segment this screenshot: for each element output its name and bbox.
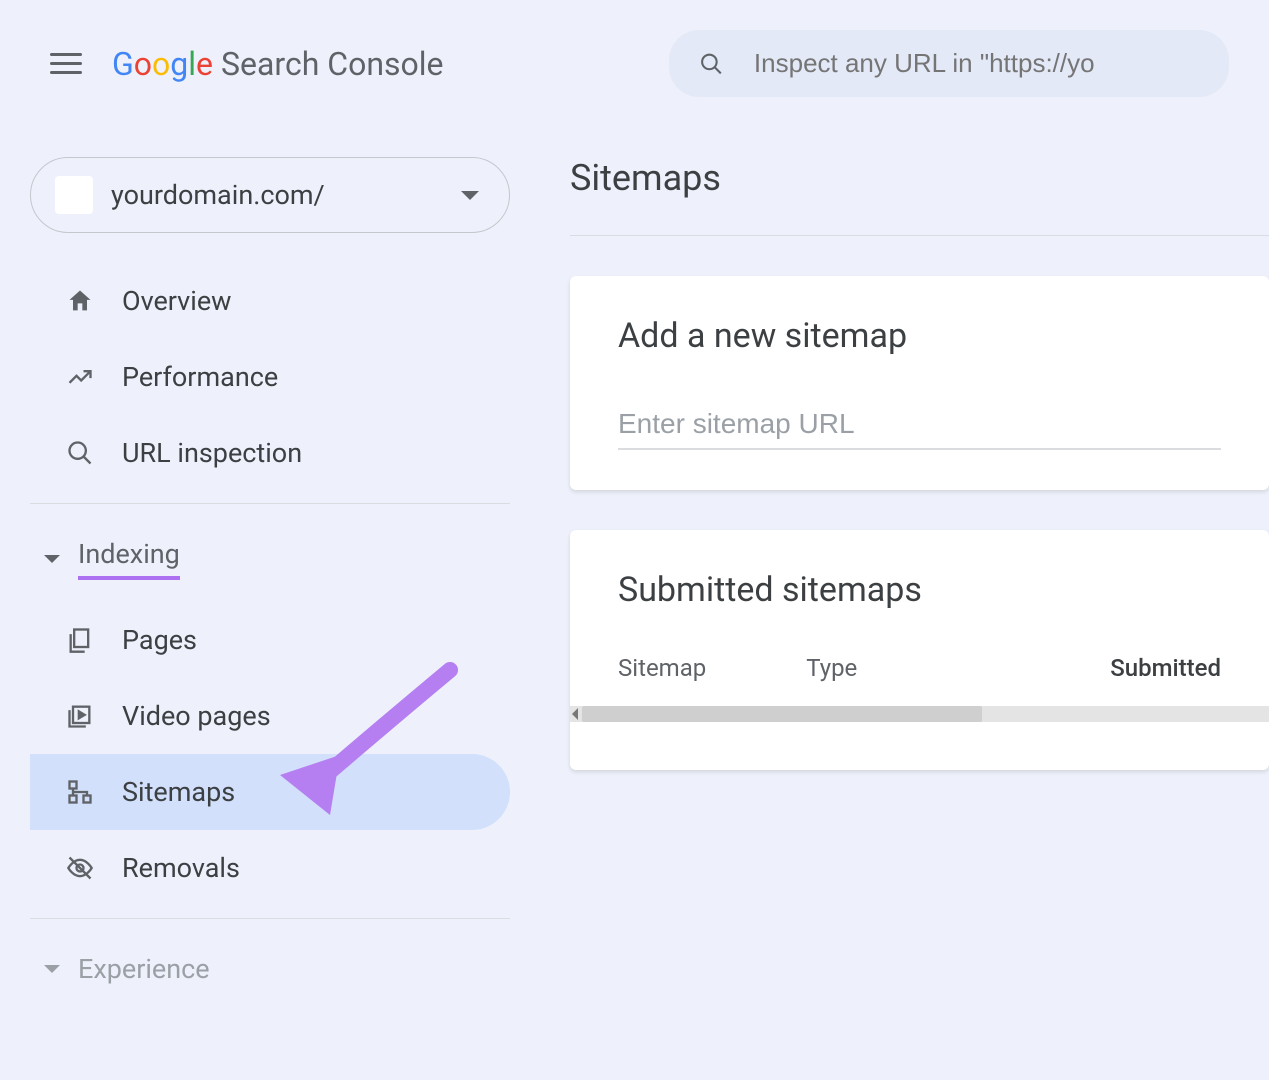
search-icon (699, 50, 724, 78)
sidebar-item-overview[interactable]: Overview (30, 263, 510, 339)
table-header: Sitemap Type Submitted (618, 654, 1221, 682)
section-label: Indexing (78, 538, 180, 580)
col-submitted: Submitted (1110, 654, 1221, 682)
trending-up-icon (66, 363, 94, 391)
section-experience[interactable]: Experience (30, 931, 510, 1007)
sidebar-item-label: Sitemaps (122, 776, 235, 808)
sitemap-url-input[interactable] (618, 400, 1221, 450)
chevron-down-icon (44, 965, 60, 973)
horizontal-scrollbar[interactable] (570, 706, 1269, 722)
property-selector[interactable]: yourdomain.com/ (30, 157, 510, 233)
sidebar-item-label: Pages (122, 624, 197, 656)
chevron-down-icon (461, 191, 479, 200)
visibility-off-icon (66, 854, 94, 882)
section-indexing[interactable]: Indexing (30, 516, 510, 602)
card-title: Add a new sitemap (618, 316, 1221, 356)
home-icon (66, 287, 94, 315)
property-favicon (55, 176, 93, 214)
sidebar-item-pages[interactable]: Pages (30, 602, 510, 678)
divider (30, 503, 510, 504)
card-title: Submitted sitemaps (618, 570, 1221, 610)
property-label: yourdomain.com/ (111, 179, 443, 211)
submitted-sitemaps-card: Submitted sitemaps Sitemap Type Submitte… (570, 530, 1269, 770)
product-name: Search Console (221, 45, 444, 83)
sidebar: yourdomain.com/ Overview Performance URL… (0, 117, 530, 1007)
add-sitemap-card: Add a new sitemap (570, 276, 1269, 490)
sidebar-item-video-pages[interactable]: Video pages (30, 678, 510, 754)
sidebar-item-sitemaps[interactable]: Sitemaps (30, 754, 510, 830)
product-logo: Google Search Console (112, 45, 444, 83)
sidebar-item-label: Performance (122, 361, 278, 393)
sitemap-icon (66, 778, 94, 806)
sidebar-item-label: Removals (122, 852, 240, 884)
url-inspect-search[interactable] (669, 30, 1229, 97)
col-sitemap: Sitemap (618, 654, 706, 682)
app-header: Google Search Console (0, 0, 1269, 117)
pages-icon (66, 626, 94, 654)
sidebar-item-removals[interactable]: Removals (30, 830, 510, 906)
page-title: Sitemaps (570, 157, 1269, 199)
url-inspect-input[interactable] (754, 48, 1199, 79)
chevron-down-icon (44, 555, 60, 563)
section-label: Experience (78, 953, 210, 985)
video-pages-icon (66, 702, 94, 730)
sidebar-item-label: URL inspection (122, 437, 302, 469)
main-content: Sitemaps Add a new sitemap Submitted sit… (530, 117, 1269, 1007)
menu-button[interactable] (50, 48, 82, 80)
col-type: Type (806, 654, 857, 682)
sidebar-item-label: Overview (122, 285, 231, 317)
sidebar-item-url-inspection[interactable]: URL inspection (30, 415, 510, 491)
google-logo: Google (112, 45, 213, 83)
divider (570, 235, 1269, 236)
divider (30, 918, 510, 919)
sidebar-item-performance[interactable]: Performance (30, 339, 510, 415)
sidebar-item-label: Video pages (122, 700, 271, 732)
search-icon (66, 439, 94, 467)
